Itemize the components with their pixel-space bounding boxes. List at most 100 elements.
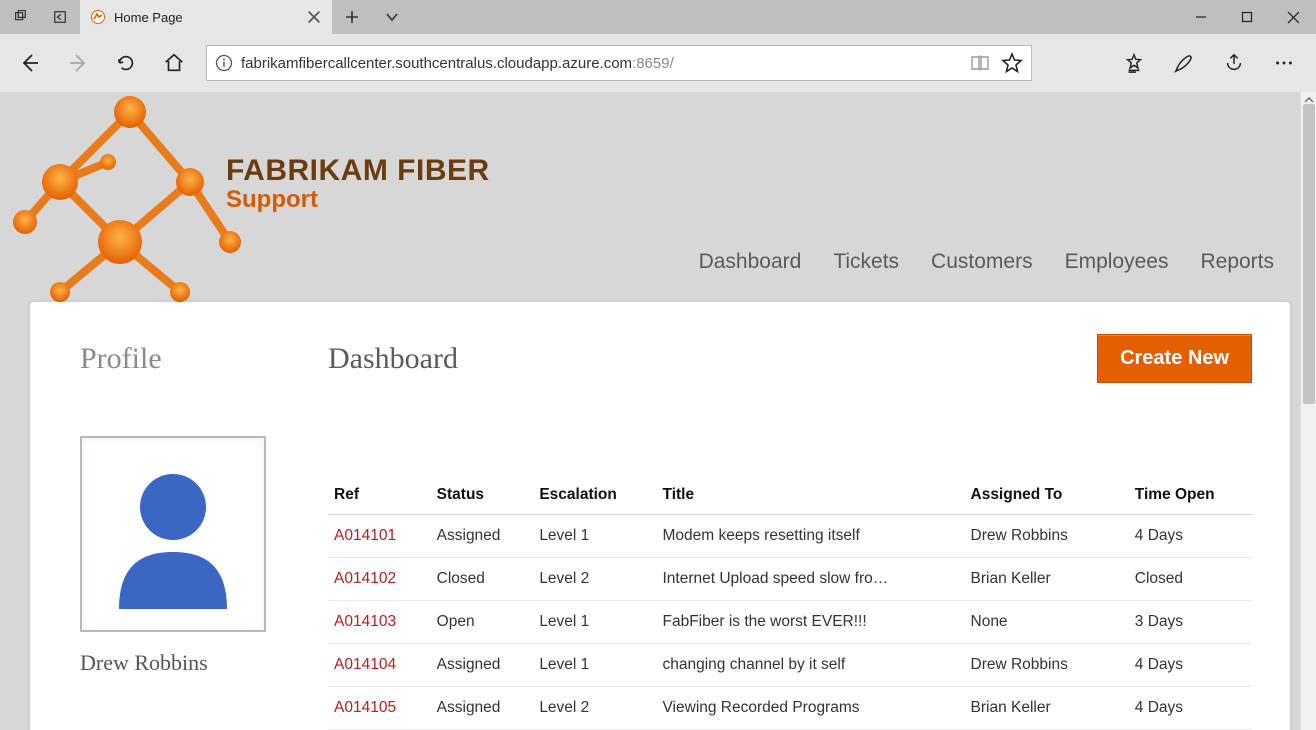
cell-escalation: Level 1 [533,515,656,558]
page-body: FABRIKAM FIBER Support Dashboard Tickets… [0,92,1300,730]
cell-ref: A014104 [328,644,431,687]
col-ref-header[interactable]: Ref [328,476,431,515]
table-row: A014102ClosedLevel 2Internet Upload spee… [328,558,1252,601]
ticket-ref-link[interactable]: A014102 [334,570,396,587]
profile-heading: Profile [80,342,298,376]
table-row: A014103 OpenLevel 1FabFiber is the worst … [328,601,1252,644]
col-time-header[interactable]: Time Open [1129,476,1252,515]
favicon-icon [90,9,106,25]
cell-title: changing channel by it self [657,644,965,687]
site-info-icon[interactable] [215,54,233,72]
cell-title: FabFiber is the worst EVER!!! [657,601,965,644]
window-maximize-button[interactable] [1224,0,1270,34]
cell-status: Assigned [431,644,534,687]
profile-column: Profile Drew Robbins [80,342,298,676]
browser-toolbar: fabrikamfibercallcenter.southcentralus.c… [0,34,1316,92]
logo-icon [0,92,250,302]
ticket-ref-link[interactable]: A014103 [334,613,396,630]
toolbar-right [1110,41,1308,85]
cell-escalation: Level 2 [533,558,656,601]
col-escalation-header[interactable]: Escalation [533,476,656,515]
cell-ref: A014102 [328,558,431,601]
window-controls [1178,0,1316,34]
address-bar[interactable]: fabrikamfibercallcenter.southcentralus.c… [206,45,1032,81]
brand-title: FABRIKAM FIBER [226,154,490,188]
cell-title: Viewing Recorded Programs [657,687,965,730]
url-host: fabrikamfibercallcenter.southcentralus.c… [241,55,632,72]
brand-block: FABRIKAM FIBER Support [226,154,490,214]
more-menu-icon[interactable] [1260,41,1308,85]
share-icon[interactable] [1210,41,1258,85]
nav-tickets[interactable]: Tickets [833,250,899,274]
nav-dashboard[interactable]: Dashboard [699,250,802,274]
cell-assigned: Drew Robbins [965,515,1129,558]
ticket-ref-link[interactable]: A014101 [334,527,396,544]
tab-title: Home Page [114,10,298,25]
scrollbar-thumb[interactable] [1303,104,1315,404]
cell-assigned: Drew Robbins [965,644,1129,687]
cell-assigned: None [965,601,1129,644]
cell-escalation: Level 1 [533,644,656,687]
table-row: A014101 AssignedLevel 1Modem keeps resett… [328,515,1252,558]
window-close-button[interactable] [1270,0,1316,34]
table-row: A014105AssignedLevel 2Viewing Recorded P… [328,687,1252,730]
table-row: A014104 AssignedLevel 1changing channel b… [328,644,1252,687]
window-minimize-button[interactable] [1178,0,1224,34]
ticket-ref-link[interactable]: A014105 [334,699,396,716]
nav-reports[interactable]: Reports [1200,250,1274,274]
main-nav: Dashboard Tickets Customers Employees Re… [699,250,1274,274]
notes-icon[interactable] [1160,41,1208,85]
table-header-row: Ref Status Escalation Title Assigned To … [328,476,1252,515]
content-card: Profile Drew Robbins Dashboard Create Ne… [30,302,1290,730]
cell-escalation: Level 1 [533,601,656,644]
browser-tab-active[interactable]: Home Page [80,0,332,34]
avatar [80,436,266,632]
brand-subtitle: Support [226,186,490,214]
cell-status: Assigned [431,515,534,558]
content-viewport: FABRIKAM FIBER Support Dashboard Tickets… [0,92,1316,730]
cell-time: 4 Days [1129,644,1252,687]
cell-time: 3 Days [1129,601,1252,644]
avatar-placeholder-icon [98,454,248,614]
cell-ref: A014101 [328,515,431,558]
cell-time: 4 Days [1129,515,1252,558]
back-button[interactable] [8,41,52,85]
cell-ref: A014105 [328,687,431,730]
url-text: fabrikamfibercallcenter.southcentralus.c… [241,55,961,72]
new-tab-button[interactable] [332,0,372,34]
reading-view-icon[interactable] [969,52,991,74]
set-aside-tabs-icon[interactable] [40,0,80,34]
cell-assigned: Brian Keller [965,558,1129,601]
favorites-hub-icon[interactable] [1110,41,1158,85]
refresh-button[interactable] [104,41,148,85]
cell-status: Open [431,601,534,644]
cell-assigned: Brian Keller [965,687,1129,730]
tab-strip: Home Page [0,0,412,34]
create-new-button[interactable]: Create New [1097,334,1252,383]
dashboard-column: Dashboard Create New Ref Status Escalati… [298,342,1252,730]
ticket-ref-link[interactable]: A014104 [334,656,396,673]
home-button[interactable] [152,41,196,85]
tab-actions-icon[interactable] [0,0,40,34]
nav-employees[interactable]: Employees [1065,250,1169,274]
col-assigned-header[interactable]: Assigned To [965,476,1129,515]
url-port: :8659/ [632,55,674,72]
cell-time: Closed [1129,558,1252,601]
close-tab-icon[interactable] [306,9,322,25]
tickets-table: Ref Status Escalation Title Assigned To … [328,476,1252,730]
tab-preview-chevron-icon[interactable] [372,0,412,34]
cell-escalation: Level 2 [533,687,656,730]
site-header: FABRIKAM FIBER Support Dashboard Tickets… [0,92,1300,302]
favorite-star-icon[interactable] [1001,52,1023,74]
cell-status: Closed [431,558,534,601]
nav-customers[interactable]: Customers [931,250,1033,274]
cell-title: Internet Upload speed slow fro… [657,558,965,601]
vertical-scrollbar[interactable] [1300,92,1316,730]
forward-button[interactable] [56,41,100,85]
col-title-header[interactable]: Title [657,476,965,515]
col-status-header[interactable]: Status [431,476,534,515]
browser-titlebar: Home Page [0,0,1316,34]
cell-title: Modem keeps resetting itself [657,515,965,558]
cell-ref: A014103 [328,601,431,644]
profile-name: Drew Robbins [80,650,298,676]
